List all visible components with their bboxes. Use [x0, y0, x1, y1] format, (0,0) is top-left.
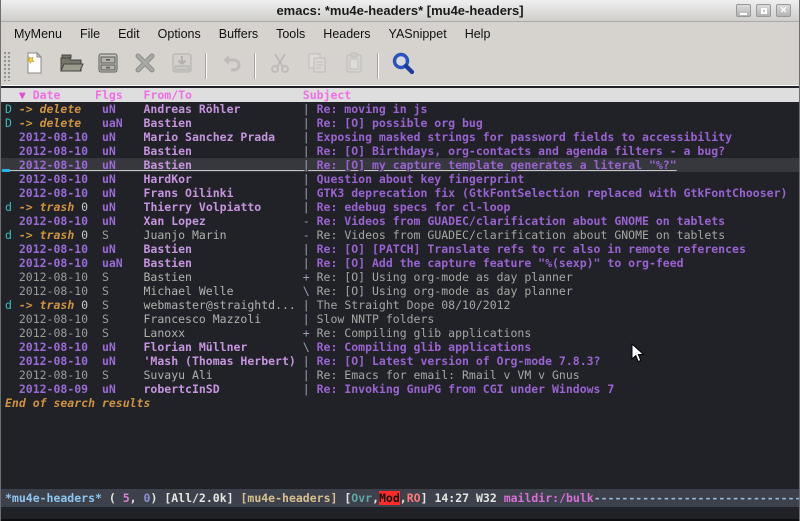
column-header-date: Date — [33, 88, 95, 102]
modeline-segment: 5 — [123, 491, 130, 505]
menu-item-options[interactable]: Options — [149, 24, 210, 44]
message-row[interactable]: 2012-08-10 uN 'Mash (Thomas Herbert) | R… — [1, 354, 799, 368]
message-row[interactable]: 2012-08-10 S Suvayu Ali | Re: Emacs for … — [1, 368, 799, 382]
toolbar-new-file-button[interactable] — [15, 49, 52, 83]
modeline-segment: , — [400, 491, 407, 505]
message-row[interactable]: d -> trash 0 S webmaster@straightd... | … — [1, 298, 799, 312]
modeline-segment: ------------------------------ — [594, 491, 799, 505]
message-row[interactable]: 2012-08-10 S Bastien + Re: [O] Using org… — [1, 270, 799, 284]
modeline-segment: , — [130, 491, 144, 505]
message-row[interactable]: 2012-08-10 uN HardKor | Question about k… — [1, 172, 799, 186]
minimize-icon — [740, 13, 747, 15]
message-row[interactable]: D -> delete uaN Bastien | Re: [O] possib… — [1, 116, 799, 130]
echo-area[interactable] — [1, 507, 799, 519]
message-row[interactable]: 2012-08-10 uN Xan Lopez - Re: Videos fro… — [1, 214, 799, 228]
message-row[interactable]: 2012-08-10 uN Bastien | Re: [O] my captu… — [1, 158, 799, 172]
end-of-search-results: End of search results — [1, 396, 799, 410]
save-as-icon — [169, 50, 195, 81]
toolbar-cut-button — [261, 49, 298, 83]
modeline-segment: , — [372, 491, 379, 505]
maximize-button[interactable] — [756, 4, 771, 17]
emacs-window: emacs: *mu4e-headers* [mu4e-headers] ✕ M… — [0, 0, 800, 521]
paste-icon — [341, 50, 367, 81]
message-row[interactable]: D -> delete uN Andreas Röhler | Re: movi… — [1, 102, 799, 116]
headers-header-line[interactable]: ▼ Date Flgs From/To Subject — [1, 88, 799, 102]
menu-bar: MyMenuFileEditOptionsBuffersToolsHeaders… — [1, 22, 799, 46]
message-row[interactable]: 2012-08-10 S Lanoxx + Re: Compiling glib… — [1, 326, 799, 340]
menu-item-yasnippet[interactable]: YASnippet — [380, 24, 456, 44]
minimize-button[interactable] — [736, 4, 751, 17]
window-controls: ✕ — [736, 4, 791, 17]
message-row[interactable]: d -> trash 0 uN Thierry Volpiatto | Re: … — [1, 200, 799, 214]
maximize-icon — [761, 8, 767, 14]
message-row[interactable]: 2012-08-09 uN robertcInSD | Re: Invoking… — [1, 382, 799, 396]
undo-icon — [218, 50, 244, 81]
open-folder-icon — [58, 50, 84, 81]
menu-item-tools[interactable]: Tools — [267, 24, 314, 44]
message-row[interactable]: 2012-08-10 uN Bastien | Re: [O] [PATCH] … — [1, 242, 799, 256]
column-header-flgs: Flgs — [95, 88, 143, 102]
message-row[interactable]: d -> trash 0 S Juanjo Marin - Re: Videos… — [1, 228, 799, 242]
menu-item-help[interactable]: Help — [456, 24, 500, 44]
modeline-segment: Ovr — [351, 491, 372, 505]
column-header-subject: Subject — [303, 88, 351, 102]
message-row[interactable]: 2012-08-10 uN Florian Müllner \ Re: Comp… — [1, 340, 799, 354]
modeline-segment: ( — [102, 491, 123, 505]
modeline-segment: maildir:/bulk — [504, 491, 594, 505]
buffer-empty-space — [1, 410, 799, 489]
cut-icon — [267, 50, 293, 81]
toolbar-save-as-button — [163, 49, 200, 83]
close-x-icon — [132, 50, 158, 81]
menu-item-file[interactable]: File — [71, 24, 109, 44]
modeline-segment: Mod — [379, 491, 400, 505]
toolbar-paste-button — [335, 49, 372, 83]
message-row[interactable]: 2012-08-10 uaN Bastien | Re: [O] Add the… — [1, 256, 799, 270]
modeline-segment: [All/2.0k] — [164, 491, 240, 505]
message-list: D -> delete uN Andreas Röhler | Re: movi… — [1, 102, 799, 396]
toolbar — [1, 46, 799, 86]
menu-item-buffers[interactable]: Buffers — [210, 24, 267, 44]
mu4e-headers-buffer[interactable]: ▼ Date Flgs From/To Subject D -> delete … — [1, 86, 799, 519]
message-row[interactable]: 2012-08-10 uN Mario Sanchez Prada | Expo… — [1, 130, 799, 144]
close-button[interactable]: ✕ — [776, 4, 791, 17]
toolbar-open-folder-button[interactable] — [52, 49, 89, 83]
column-header-from-to: From/To — [144, 88, 303, 102]
modeline-segment: 14:27 W32 — [434, 491, 503, 505]
modeline-segment: *mu4e-headers* — [5, 491, 102, 505]
titlebar[interactable]: emacs: *mu4e-headers* [mu4e-headers] ✕ — [1, 0, 799, 22]
menu-item-headers[interactable]: Headers — [314, 24, 379, 44]
modeline-segment: RO — [407, 491, 421, 505]
modeline-segment: [mu4e-headers] — [240, 491, 344, 505]
modeline-segment: ] — [421, 491, 435, 505]
close-icon: ✕ — [780, 6, 788, 15]
toolbar-separator — [377, 53, 379, 79]
message-row[interactable]: 2012-08-10 uN Bastien | Re: [O] Birthday… — [1, 144, 799, 158]
message-row[interactable]: 2012-08-10 uN Frans Oilinki | GTK3 depre… — [1, 186, 799, 200]
toolbar-copy-button — [298, 49, 335, 83]
toolbar-separator — [254, 53, 256, 79]
menu-item-mymenu[interactable]: MyMenu — [5, 24, 71, 44]
message-row[interactable]: 2012-08-10 S Michael Welle \ Re: [O] Usi… — [1, 284, 799, 298]
menu-item-edit[interactable]: Edit — [109, 24, 149, 44]
new-file-icon — [21, 50, 47, 81]
toolbar-search-button[interactable] — [384, 49, 421, 83]
copy-icon — [304, 50, 330, 81]
mode-line: *mu4e-headers* ( 5, 0) [All/2.0k] [mu4e-… — [1, 489, 799, 507]
window-title: emacs: *mu4e-headers* [mu4e-headers] — [1, 3, 799, 18]
search-icon — [390, 50, 416, 81]
toolbar-undo-button — [212, 49, 249, 83]
modeline-segment: ) — [150, 491, 164, 505]
toolbar-close-x-button[interactable] — [126, 49, 163, 83]
toolbar-save-drawer-button[interactable] — [89, 49, 126, 83]
toolbar-separator — [205, 53, 207, 79]
sort-direction-icon: ▼ — [19, 88, 26, 102]
save-drawer-icon — [95, 50, 121, 81]
toolbar-drag-handle[interactable] — [3, 51, 10, 81]
message-row[interactable]: 2012-08-10 S Francesco Mazzoli | Slow NN… — [1, 312, 799, 326]
